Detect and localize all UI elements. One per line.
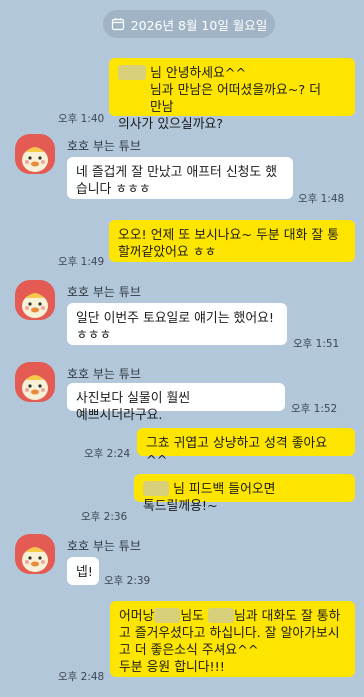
message-text: 어머낭	[119, 609, 155, 624]
message-text: 넵!	[76, 565, 93, 580]
message-time: 오후 2:39	[104, 575, 151, 587]
sender-avatar[interactable]	[15, 280, 55, 320]
sender-name: 호호 부는 튜브	[67, 539, 141, 553]
message-bubble-theirs[interactable]: 넵!	[67, 557, 99, 585]
message-bubble-mine[interactable]: 오오! 언제 또 보시나요~ 두분 대화 잘 통 할꺼같았어요 ㅎㅎ	[109, 220, 355, 262]
sender-name: 호호 부는 튜브	[67, 285, 141, 299]
message-bubble-mine[interactable]: 님 안녕하세요^^ 님과 만남은 어떠셨을까요~? 더 만남 의사가 있으실까요…	[109, 58, 355, 132]
sender-avatar[interactable]	[15, 534, 55, 574]
redacted-name	[143, 481, 169, 496]
tube-character-icon	[22, 375, 48, 400]
message-bubble-theirs[interactable]: 사진보다 실물이 훨씬 예쁘시더라구요.	[67, 383, 285, 423]
message-text: 의사가 있으실까요?	[118, 117, 224, 132]
date-divider: 2026년 8월 10일 월요일	[103, 10, 275, 38]
calendar-icon	[111, 18, 124, 31]
message-bubble-theirs[interactable]: 일단 이번주 토요일로 얘기는 했어요! ㅎㅎㅎ	[67, 303, 287, 345]
message-text: 일단 이번주 토요일로 얘기는 했어요!	[76, 311, 274, 326]
message-bubble-mine[interactable]: 그쵸 귀엽고 상냥하고 성격 좋아요^^	[137, 428, 355, 468]
message-text: 그쵸 귀엽고 상냥하고 성격 좋아요^^	[146, 436, 328, 468]
message-text: 할꺼같았어요 ㅎㅎ	[118, 245, 217, 260]
message-text: 님과 만남은 어떠셨을까요~? 더 만남	[150, 83, 321, 115]
message-text: 님도	[180, 609, 204, 624]
message-text: 사진보다 실물이 훨씬 예쁘시더라구요.	[76, 391, 191, 423]
sender-name: 호호 부는 튜브	[67, 367, 141, 381]
redacted-name	[207, 608, 234, 623]
sender-avatar[interactable]	[15, 362, 55, 402]
message-text: 고 더 좋은소식 주셔요^^	[119, 643, 259, 658]
message-text: 오오! 언제 또 보시나요~ 두분 대화 잘 통	[118, 228, 339, 243]
message-text: 님 안녕하세요^^	[150, 66, 247, 81]
message-text: 네 즐겁게 잘 만났고 애프터 신청도 했	[76, 165, 278, 180]
date-text: 2026년 8월 10일 월요일	[130, 17, 268, 33]
message-text: 고 즐거우셨다고 하십니다. 잘 알아가보시	[119, 626, 340, 641]
message-time: 오후 2:36	[81, 511, 128, 523]
message-time: 오후 2:24	[84, 448, 131, 460]
sender-avatar[interactable]	[15, 134, 55, 174]
redacted-name	[154, 608, 181, 623]
message-bubble-mine[interactable]: 님 피드백 들어오면 톡드릴께용!~	[134, 474, 355, 514]
message-text: 님과 대화도 잘 통하	[233, 609, 341, 624]
message-time: 오후 1:40	[58, 113, 105, 125]
message-time: 오후 1:49	[58, 256, 105, 268]
sender-name: 호호 부는 튜브	[67, 139, 141, 153]
redacted-name	[118, 65, 146, 80]
tube-character-icon	[22, 547, 48, 572]
message-time: 오후 1:48	[298, 193, 345, 205]
message-bubble-theirs[interactable]: 네 즐겁게 잘 만났고 애프터 신청도 했 습니다 ㅎㅎㅎ	[67, 157, 293, 199]
message-time: 오후 1:51	[293, 338, 340, 350]
tube-character-icon	[22, 293, 48, 318]
message-text: 두분 응원 합니다!!!	[119, 660, 225, 675]
message-text: ㅎㅎㅎ	[76, 328, 112, 343]
tube-character-icon	[22, 147, 48, 172]
message-text: 습니다 ㅎㅎㅎ	[76, 182, 151, 197]
message-time: 오후 2:48	[58, 671, 105, 683]
message-time: 오후 1:52	[291, 403, 338, 415]
message-bubble-mine[interactable]: 어머낭 님도 님과 대화도 잘 통하 고 즐거우셨다고 하십니다. 잘 알아가보시…	[110, 601, 355, 677]
